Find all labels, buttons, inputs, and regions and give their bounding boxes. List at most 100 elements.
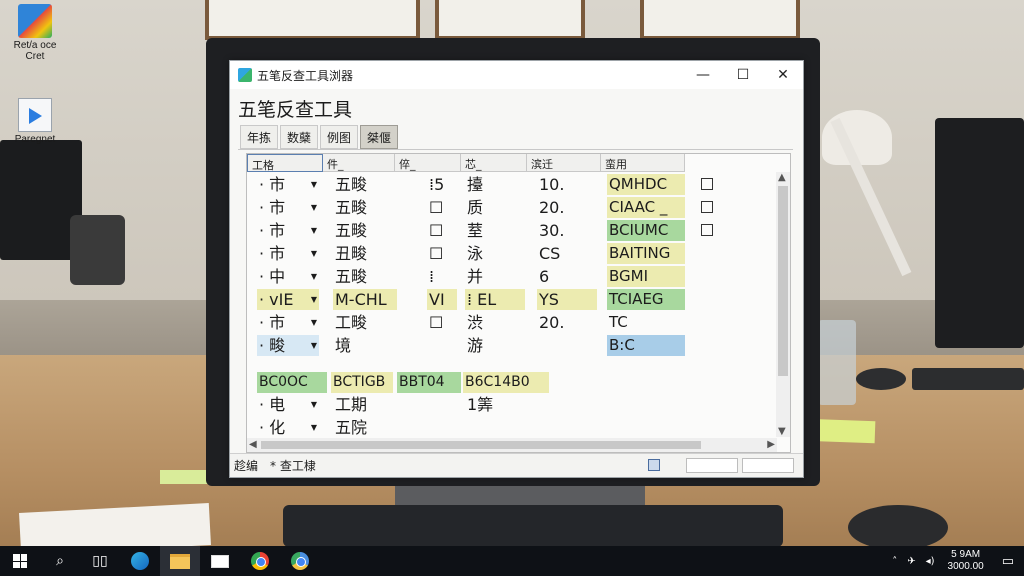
dropdown-arrow-icon[interactable]: ▼	[311, 197, 317, 218]
start-button[interactable]	[0, 546, 40, 576]
scroll-down-icon[interactable]: ▼	[778, 426, 786, 437]
search-button[interactable]: ⌕	[40, 546, 80, 576]
table-cell: TC	[609, 313, 628, 331]
table-cell: · 市 ▼	[259, 220, 317, 241]
tab-4-active[interactable]: 桀偃	[360, 125, 399, 149]
column-header[interactable]: 蛮用	[601, 154, 685, 172]
table-row[interactable]: · 中 ▼ 五畯 ⁞ 并 6 BGMI	[247, 266, 777, 289]
taskbar-chrome[interactable]	[240, 546, 280, 576]
table-cell: 游	[467, 336, 484, 355]
task-view-icon: ▯▯	[92, 553, 108, 569]
scroll-left-icon[interactable]: ◀	[249, 439, 257, 450]
close-button[interactable]: ✕	[763, 61, 803, 89]
cell-text: 畯	[269, 336, 286, 355]
checkbox-icon	[701, 224, 713, 236]
table-row[interactable]: · 市 ▼ 五畯 ☐ 荎 30. BCIUMC	[247, 220, 777, 243]
desktop-icon-app[interactable]: Ret/a oce Cret	[0, 4, 70, 62]
background-mouse	[856, 368, 906, 390]
column-header[interactable]: 倅_	[395, 154, 461, 172]
column-header[interactable]: 芯_	[461, 154, 527, 172]
table-cell: CS	[539, 244, 561, 263]
notifications-icon[interactable]: ▭	[992, 554, 1024, 569]
horizontal-scrollbar[interactable]: ◀ ▶	[247, 438, 777, 452]
dropdown-arrow-icon[interactable]: ▼	[311, 289, 317, 310]
cell-text: 市	[269, 175, 286, 194]
vertical-scrollbar[interactable]: ▲ ▼	[776, 172, 790, 437]
summary-cell: B6C14B0	[463, 372, 549, 393]
column-header[interactable]: 滨迁	[527, 154, 601, 172]
taskbar-edge[interactable]	[120, 546, 160, 576]
row-checkbox[interactable]	[699, 174, 713, 195]
desktop-icon-media[interactable]: Paregnet	[0, 98, 70, 145]
table-cell: 6	[539, 267, 550, 286]
column-header[interactable]: 件_	[323, 154, 395, 172]
desktop-icon-label: Ret/a oce Cret	[13, 40, 57, 62]
title-bar[interactable]: 五笔反查工具浏器 — ☐ ✕	[230, 61, 803, 89]
table-row[interactable]: · 市 ▼ 五畯 ⁞5 擡 10. QMHDC	[247, 174, 777, 197]
volume-icon[interactable]: ◂)	[921, 556, 940, 567]
row-checkbox[interactable]	[699, 220, 713, 241]
table-cell: 20.	[539, 198, 565, 217]
dropdown-arrow-icon[interactable]: ▼	[311, 266, 317, 287]
table-cell: 10.	[539, 175, 565, 194]
table-cell: · 畯 ▼	[257, 335, 319, 356]
network-icon[interactable]: ✈	[902, 556, 920, 567]
scrollbar-thumb[interactable]	[261, 441, 701, 449]
dropdown-arrow-icon[interactable]: ▼	[311, 417, 317, 438]
view-toggle-icon[interactable]	[648, 459, 660, 471]
dropdown-arrow-icon[interactable]: ▼	[311, 394, 317, 415]
dropdown-arrow-icon[interactable]: ▼	[311, 335, 317, 356]
table-row[interactable]: · vIE ▼ M-CHL VI ⁞ EL YS TCIAEG	[247, 289, 777, 312]
table-cell: ☐	[429, 221, 444, 240]
dropdown-arrow-icon[interactable]: ▼	[311, 243, 317, 264]
clock-time: 5 9AM	[951, 549, 981, 560]
edge-browser-icon	[131, 552, 149, 570]
taskbar-mail[interactable]	[200, 546, 240, 576]
cell-text: 化	[269, 418, 286, 437]
app-icon	[238, 68, 252, 82]
summary-row[interactable]: BC0OC BCTIGB BBT04 B6C14B0	[247, 372, 777, 395]
background-keyboard	[912, 368, 1024, 390]
status-field	[742, 458, 794, 473]
table-cell: ☐	[429, 198, 444, 217]
dropdown-arrow-icon[interactable]: ▼	[311, 220, 317, 241]
table-row[interactable]: · 市 ▼ 丑畯 ☐ 泳 CS BAITING	[247, 243, 777, 266]
table-row[interactable]: · 电 ▼ 工期 1筭	[247, 394, 777, 417]
tab-1[interactable]: 年拣	[240, 125, 279, 149]
window-title: 五笔反查工具浏器	[257, 68, 354, 83]
background-chair	[70, 215, 125, 285]
row-checkbox[interactable]	[699, 197, 713, 218]
cell-text: 市	[269, 244, 286, 263]
task-view-button[interactable]: ▯▯	[80, 546, 120, 576]
table-cell	[427, 335, 457, 356]
table-cell: 荎	[467, 221, 484, 240]
tab-3[interactable]: 例图	[320, 125, 359, 149]
dropdown-arrow-icon[interactable]: ▼	[311, 312, 317, 333]
column-header[interactable]: 工格	[247, 154, 323, 172]
table-cell: BAITING	[607, 243, 685, 264]
summary-cell: BC0OC	[257, 372, 327, 393]
media-document-icon	[18, 98, 52, 132]
scrollbar-thumb[interactable]	[778, 186, 788, 376]
table-cell: 并	[467, 267, 484, 286]
table-row[interactable]: · 市 ▼ 五畯 ☐ 质 20. CIAAC _	[247, 197, 777, 220]
taskbar-chrome-2[interactable]	[280, 546, 320, 576]
table-row[interactable]: · 市 ▼ 工畯 ☐ 渋 20. TC	[247, 312, 777, 335]
table-row[interactable]: · 化 ▼ 五院	[247, 417, 777, 440]
scroll-right-icon[interactable]: ▶	[767, 439, 775, 450]
cell-text: 中	[269, 267, 286, 286]
table-cell: 工畯	[335, 313, 368, 332]
tab-2[interactable]: 数蘖	[280, 125, 319, 149]
chevron-up-icon[interactable]: ˄	[887, 556, 902, 567]
table-cell: ⁞	[429, 267, 435, 286]
clock-date: 3000.00	[947, 561, 984, 572]
scroll-up-icon[interactable]: ▲	[778, 172, 786, 183]
maximize-button[interactable]: ☐	[723, 61, 763, 89]
dropdown-arrow-icon[interactable]: ▼	[311, 174, 317, 195]
clock[interactable]: 5 9AM 3000.00	[940, 549, 992, 573]
minimize-button[interactable]: —	[683, 61, 723, 89]
taskbar-file-explorer[interactable]	[160, 546, 200, 576]
table-row[interactable]: · 畯 ▼ 境游 B:C	[247, 335, 777, 358]
status-bar: 趁编 * 查工棣	[230, 453, 803, 477]
table-cell	[537, 335, 597, 356]
